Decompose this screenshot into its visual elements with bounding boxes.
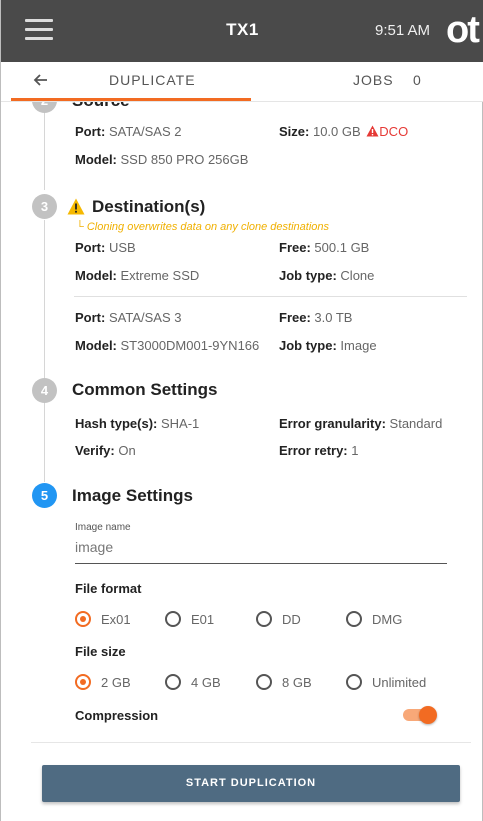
dest-2-free: Free: 3.0 TB (279, 310, 353, 325)
format-option-dmg[interactable]: DMG (346, 609, 402, 629)
compression-toggle[interactable] (403, 705, 437, 725)
dest-2-port: Port: SATA/SAS 3 (75, 310, 182, 325)
file-format-label: File format (75, 581, 142, 596)
radio-icon (346, 611, 362, 627)
toggle-knob (419, 706, 437, 724)
dest-1-port: Port: USB (75, 240, 136, 255)
format-option-e01[interactable]: E01 (165, 609, 214, 629)
image-name-underline (75, 563, 447, 564)
tab-bar: DUPLICATE JOBS 0 (1, 62, 483, 102)
destination-title: Destination(s) (92, 197, 206, 216)
common-settings-title: Common Settings (72, 380, 218, 399)
source-size: Size: 10.0 GB DCO (279, 124, 409, 139)
warning-icon (67, 198, 85, 215)
destination-divider (74, 296, 467, 297)
radio-icon (165, 611, 181, 627)
source-port: Port: SATA/SAS 2 (75, 124, 182, 139)
dest-1-job-type: Job type: Clone (279, 268, 375, 283)
step-connector (44, 402, 45, 482)
size-option-unlimited[interactable]: Unlimited (346, 672, 426, 692)
step-2-circle: 2 (32, 102, 57, 113)
dest-2-job-type: Job type: Image (279, 338, 377, 353)
radio-icon (346, 674, 362, 690)
app-bar: TX1 9:51 AM ot (1, 0, 483, 62)
verify: Verify: On (75, 443, 136, 458)
step-5-circle: 5 (32, 483, 57, 508)
hash-type: Hash type(s): SHA-1 (75, 416, 200, 431)
dest-1-free: Free: 500.1 GB (279, 240, 370, 255)
duplicate-form[interactable]: 2 Source Port: SATA/SAS 2 Size: 10.0 GB … (1, 102, 483, 742)
jobs-count: 0 (413, 72, 421, 88)
active-tab-indicator (11, 98, 251, 101)
format-option-dd[interactable]: DD (256, 609, 301, 629)
dest-1-model: Model: Extreme SSD (75, 268, 200, 283)
image-name-label: Image name (75, 522, 131, 533)
error-retry: Error retry: 1 (279, 443, 359, 458)
size-option-4gb[interactable]: 4 GB (165, 672, 221, 692)
radio-icon (256, 674, 272, 690)
step-3-circle: 3 (32, 194, 57, 219)
radio-icon (256, 611, 272, 627)
step-connector (44, 102, 45, 190)
dest-2-model: Model: ST3000DM001-9YN166 (75, 338, 260, 353)
size-option-2gb[interactable]: 2 GB (75, 672, 131, 692)
app-frame: TX1 9:51 AM ot DUPLICATE JOBS 0 2 Source… (0, 0, 483, 821)
step-4-circle: 4 (32, 378, 57, 403)
dco-badge: DCO (379, 124, 409, 139)
file-size-label: File size (75, 644, 126, 659)
footer-divider (31, 742, 471, 743)
clone-warning: └ Cloning overwrites data on any clone d… (76, 221, 330, 233)
image-settings-title: Image Settings (72, 486, 193, 505)
tab-duplicate[interactable]: DUPLICATE (109, 72, 196, 88)
radio-selected-icon (75, 611, 91, 627)
radio-selected-icon (75, 674, 91, 690)
dco-warning-icon (366, 125, 379, 137)
size-option-8gb[interactable]: 8 GB (256, 672, 312, 692)
format-option-ex01[interactable]: Ex01 (75, 609, 131, 629)
radio-icon (165, 674, 181, 690)
image-name-input[interactable]: image (75, 539, 113, 555)
source-title: Source (72, 102, 130, 111)
brand-logo: ot (446, 9, 480, 51)
back-arrow-icon[interactable] (31, 70, 51, 90)
start-duplication-button[interactable]: START DUPLICATION (42, 765, 460, 802)
clock: 9:51 AM (375, 22, 431, 39)
compression-label: Compression (75, 708, 159, 723)
error-granularity: Error granularity: Standard (279, 416, 443, 431)
tab-jobs[interactable]: JOBS (353, 72, 394, 88)
step-connector (44, 220, 45, 378)
source-model: Model: SSD 850 PRO 256GB (75, 152, 249, 167)
